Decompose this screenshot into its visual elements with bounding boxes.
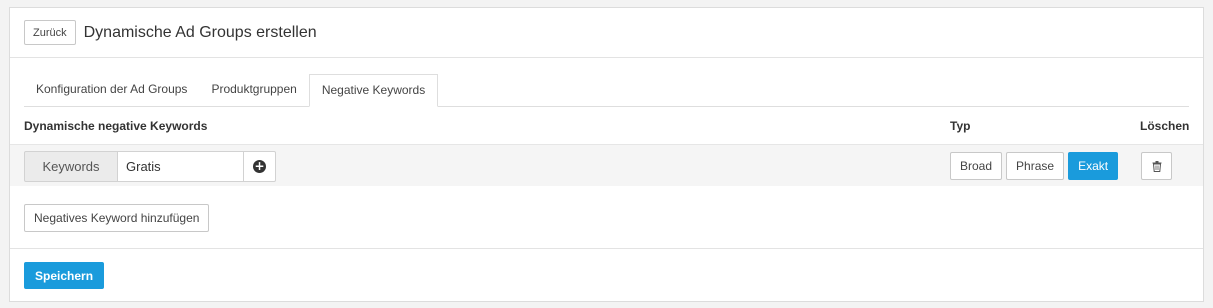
match-type-phrase-button[interactable]: Phrase (1006, 152, 1065, 180)
keyword-input-group: Keywords + (24, 151, 276, 182)
page-title: Dynamische Ad Groups erstellen (83, 23, 317, 41)
tab-negative-keywords[interactable]: Negative Keywords (308, 74, 439, 107)
keyword-input[interactable] (118, 151, 244, 182)
delete-keyword-button[interactable] (1141, 152, 1172, 180)
column-header-keywords: Dynamische negative Keywords (24, 118, 208, 133)
table-header: Dynamische negative Keywords Typ Löschen (24, 107, 1189, 144)
keyword-addon-label: Keywords (24, 151, 118, 182)
match-type-toggle: Broad Phrase Exakt (950, 152, 1119, 180)
save-button[interactable]: Speichern (24, 262, 105, 289)
back-button[interactable]: Zurück (24, 20, 76, 45)
match-type-broad-button[interactable]: Broad (950, 152, 1003, 180)
panel-body: Konfiguration der Ad Groups Produktgrupp… (10, 74, 1203, 144)
panel-footer: Speichern (10, 248, 1203, 303)
add-keyword-variant-button[interactable]: + (244, 151, 276, 182)
table-row: Keywords + Broad Phrase Exakt (10, 144, 1203, 186)
column-header-delete: Löschen (1140, 118, 1190, 133)
tab-bar: Konfiguration der Ad Groups Produktgrupp… (24, 74, 1189, 107)
panel-header: Zurück Dynamische Ad Groups erstellen (10, 8, 1203, 58)
create-ad-groups-panel: Zurück Dynamische Ad Groups erstellen Ko… (9, 7, 1204, 302)
add-negative-keyword-button[interactable]: Negatives Keyword hinzufügen (24, 204, 210, 232)
tab-product-groups[interactable]: Produktgruppen (199, 74, 308, 106)
column-header-type: Typ (950, 118, 971, 133)
trash-icon (1152, 160, 1161, 172)
match-type-exact-button[interactable]: Exakt (1068, 152, 1119, 180)
plus-circle-icon: + (253, 159, 266, 173)
tab-ad-group-configuration[interactable]: Konfiguration der Ad Groups (24, 74, 199, 106)
